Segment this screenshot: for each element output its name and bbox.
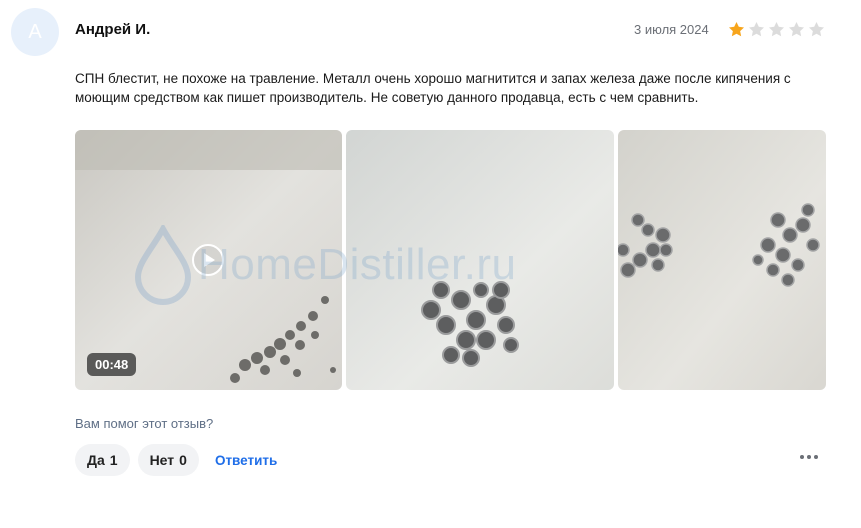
video-thumbnail[interactable]: 00:48	[75, 130, 342, 390]
yes-button[interactable]: Да 1	[75, 444, 130, 476]
star-empty-icon	[808, 21, 825, 37]
star-empty-icon	[768, 21, 785, 37]
media-gallery: 00:48	[75, 130, 826, 390]
video-duration: 00:48	[87, 353, 137, 376]
photo-image	[346, 130, 614, 390]
star-empty-icon	[748, 21, 765, 37]
star-filled-icon	[728, 21, 745, 37]
review-date: 3 июля 2024	[634, 22, 709, 37]
yes-count: 1	[109, 452, 118, 468]
reply-link[interactable]: Ответить	[215, 453, 277, 468]
helpful-question: Вам помог этот отзыв?	[75, 416, 214, 431]
play-icon[interactable]	[192, 244, 224, 276]
photo-image	[618, 130, 826, 390]
review-text: СПН блестит, не похоже на травление. Мет…	[75, 71, 791, 105]
star-empty-icon	[788, 21, 805, 37]
feedback-row: Да 1 Нет 0 Ответить	[75, 444, 277, 476]
no-label: Нет	[149, 452, 175, 468]
no-button[interactable]: Нет 0	[137, 444, 199, 476]
no-count: 0	[179, 452, 187, 468]
avatar: А	[11, 8, 59, 56]
yes-label: Да	[87, 452, 105, 468]
more-options-icon[interactable]	[800, 455, 818, 459]
photo-thumbnail-2[interactable]	[618, 130, 826, 390]
author-name: Андрей И.	[75, 21, 151, 38]
rating-stars	[727, 20, 826, 39]
photo-thumbnail-1[interactable]	[346, 130, 614, 390]
